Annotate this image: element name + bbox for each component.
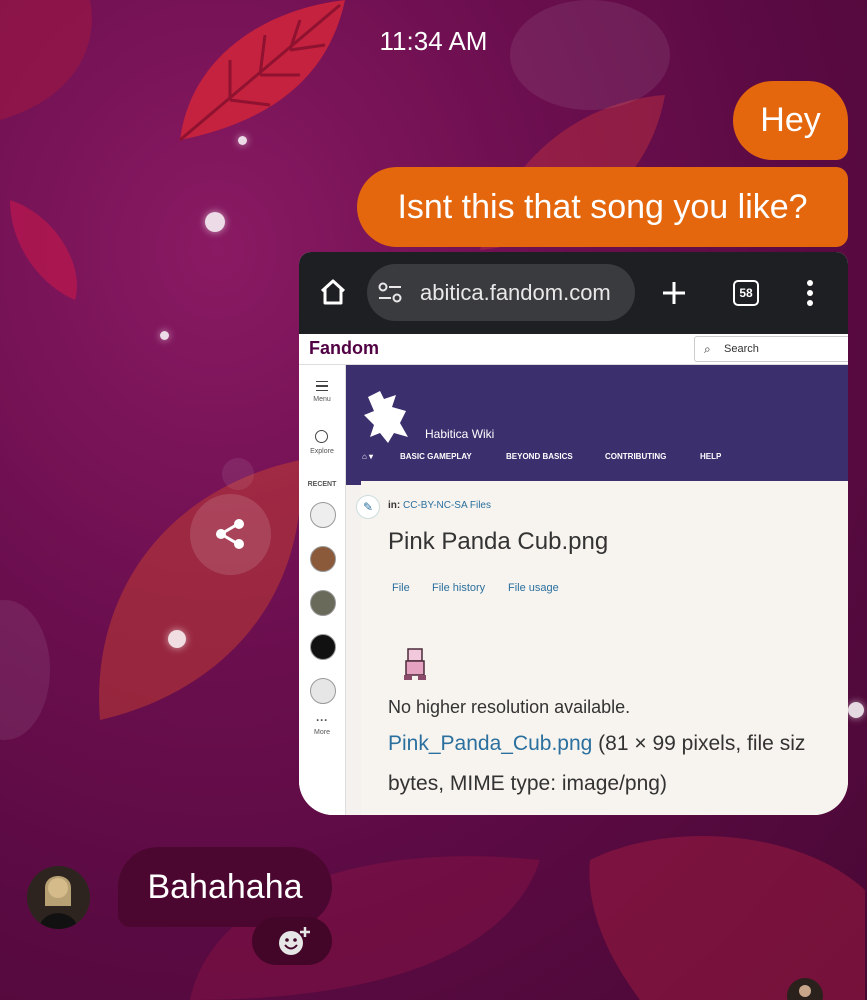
share-button[interactable]: [190, 494, 271, 575]
no-higher-resolution: No higher resolution available.: [388, 697, 631, 717]
nav-contributing: CONTRIBUTING: [605, 452, 667, 461]
nav-basic-gameplay: BASIC GAMEPLAY: [400, 452, 472, 461]
search-label: Search: [724, 343, 759, 355]
background-leaf-bottom-left: [99, 460, 301, 720]
incoming-message[interactable]: Bahahaha: [118, 847, 332, 927]
home-icon: [320, 279, 346, 305]
fandom-logo: Fandom: [309, 338, 379, 358]
background-leaf-left: [10, 200, 77, 300]
contact-photo: [27, 866, 90, 929]
menu-icon-mid: [316, 385, 328, 387]
rail-recent-label: RECENT: [307, 481, 337, 488]
url-text: abitica.fandom.com: [420, 280, 611, 305]
file-info-line: Pink_Panda_Cub.png (81 × 99 pixels, file…: [388, 732, 805, 756]
chat-screen: 11:34 AM Hey Isnt this that song you lik…: [0, 0, 867, 1000]
wiki-header: Habitica Wiki ⌂ ▾ BASIC GAMEPLAY BEYOND …: [346, 365, 848, 485]
fandom-topbar: Fandom ⌕ Search: [299, 334, 848, 365]
file-info: (81 × 99 pixels, file siz: [592, 732, 806, 755]
share-icon: [216, 519, 244, 549]
background-leaf-top: [179, 0, 345, 142]
tab-count-icon: 58: [733, 280, 759, 306]
search-icon: ⌕: [704, 342, 711, 356]
url-bar: abitica.fandom.com: [367, 264, 635, 321]
recent-avatar: [310, 546, 336, 572]
category-prefix: in:: [388, 500, 401, 511]
pink-panda-sprite: [404, 648, 426, 680]
bokeh-dot: [238, 136, 247, 145]
rail-more-label: More: [314, 729, 330, 736]
recent-avatar: [310, 590, 336, 616]
bokeh-dot: [168, 630, 186, 648]
edit-pencil-icon: ✎: [356, 495, 380, 519]
tab-file-usage: File usage: [508, 582, 559, 594]
browser-toolbar: abitica.fandom.com 58: [299, 252, 848, 334]
more-icon: ···: [316, 713, 328, 727]
add-reaction-button[interactable]: [252, 917, 332, 965]
bokeh-dot: [205, 212, 225, 232]
recent-avatar: [310, 634, 336, 660]
background-leaf-bottom-right: [589, 836, 865, 1000]
fandom-search: ⌕ Search: [694, 336, 848, 362]
wiki-home-icon: ⌂ ▾: [362, 452, 374, 461]
rail-explore-label: Explore: [310, 448, 334, 455]
tab-file: File: [392, 582, 410, 594]
bokeh-glow: [222, 458, 254, 490]
nav-beyond-basics: BEYOND BASICS: [506, 452, 573, 461]
recent-avatar: [310, 678, 336, 704]
page-title: Pink Panda Cub.png: [388, 528, 609, 555]
tab-count: 58: [739, 286, 753, 300]
outgoing-message-question[interactable]: Isnt this that song you like?: [357, 167, 848, 247]
file-info-continued: bytes, MIME type: image/png): [388, 772, 667, 795]
site-settings-icon: [378, 282, 402, 303]
rail-menu-label: Menu: [313, 396, 331, 403]
explore-icon: [315, 430, 328, 443]
bokeh-dot: [160, 331, 169, 340]
fandom-side-rail: Menu Explore RECENT ··· More: [299, 365, 346, 815]
file-link: Pink_Panda_Cub.png: [388, 732, 593, 755]
wiki-title: Habitica Wiki: [425, 427, 495, 441]
recent-avatar: [310, 502, 336, 528]
status-time: 11:34 AM: [379, 26, 488, 56]
category-link: CC-BY-NC-SA Files: [403, 500, 491, 511]
habitica-gryphon-logo: [364, 391, 408, 443]
outgoing-message-hey[interactable]: Hey: [733, 81, 848, 160]
bokeh-glow: [0, 600, 50, 740]
new-tab-icon: [663, 282, 685, 304]
tab-file-history: File history: [432, 582, 486, 594]
add-emoji-icon: [279, 927, 310, 955]
background-leaf-top-left: [0, 0, 92, 120]
nav-help: HELP: [700, 452, 722, 461]
screenshot-attachment[interactable]: abitica.fandom.com 58 Fandom ⌕ Search Me…: [299, 252, 848, 815]
bokeh-dot: [848, 702, 864, 718]
overflow-menu-icon: [807, 280, 813, 306]
contact-avatar[interactable]: [27, 866, 90, 929]
